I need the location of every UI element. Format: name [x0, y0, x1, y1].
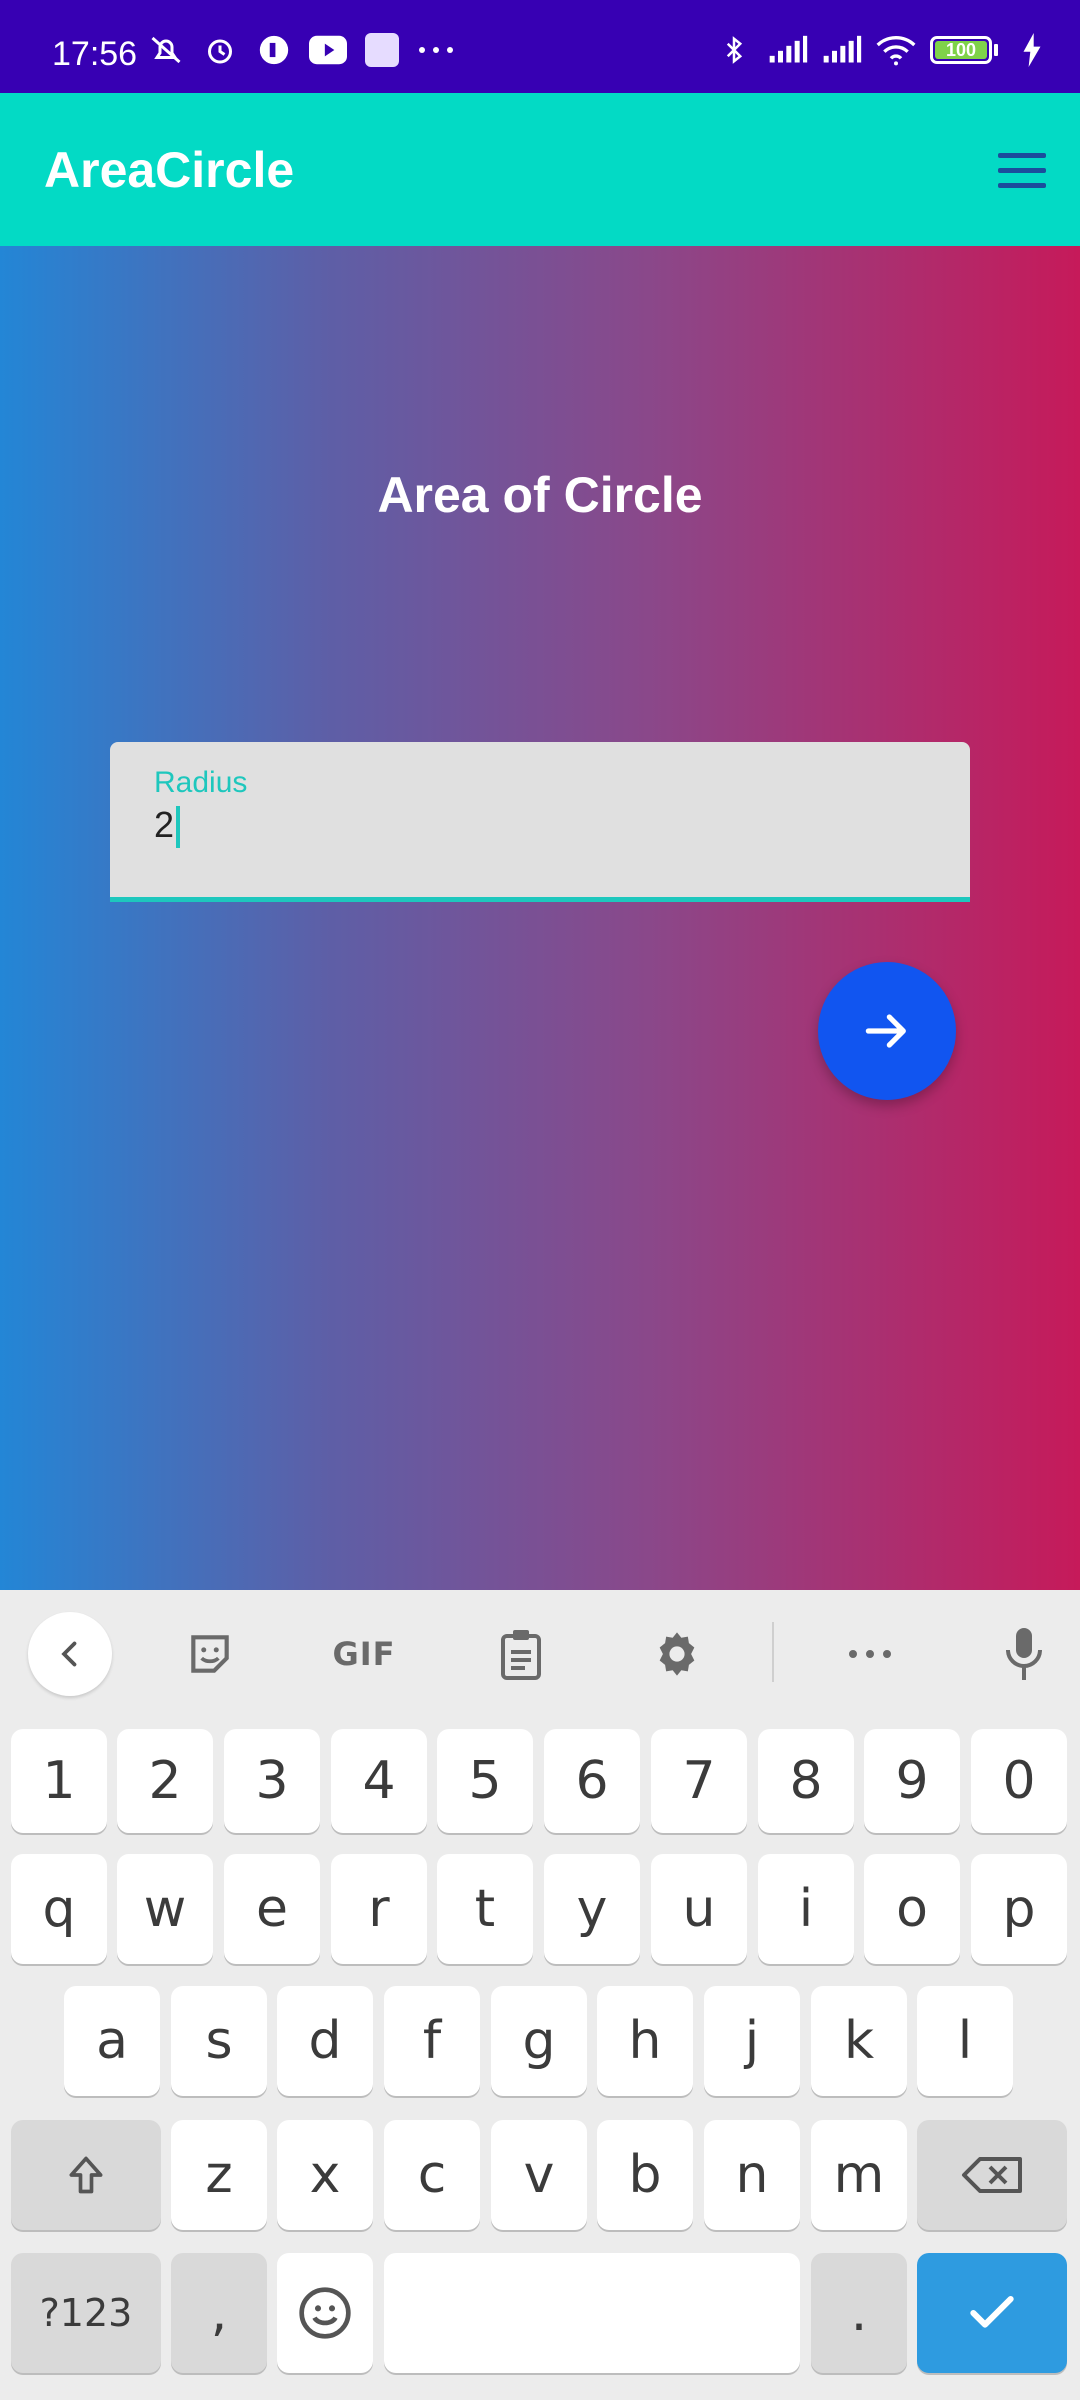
comma-key[interactable]: , — [171, 2253, 267, 2373]
key-e[interactable]: e — [224, 1854, 320, 1964]
key-m[interactable]: m — [811, 2120, 907, 2230]
app-icon — [254, 30, 294, 70]
status-left-icons — [146, 30, 456, 70]
calculate-button[interactable] — [818, 962, 956, 1100]
arrow-right-icon — [865, 1014, 906, 1048]
backspace-icon — [962, 2157, 1022, 2193]
key-g[interactable]: g — [491, 1986, 587, 2096]
key-9[interactable]: 9 — [864, 1729, 960, 1833]
app-bar: AreaCircle — [0, 93, 1080, 246]
spacebar-key[interactable] — [384, 2253, 800, 2373]
youtube-icon — [308, 30, 348, 70]
backspace-key[interactable] — [917, 2120, 1067, 2230]
settings-gear-icon[interactable] — [637, 1614, 717, 1694]
key-5[interactable]: 5 — [437, 1729, 533, 1833]
key-6[interactable]: 6 — [544, 1729, 640, 1833]
gif-icon[interactable]: GIF — [324, 1614, 404, 1694]
alarm-icon — [200, 30, 240, 70]
period-key[interactable]: . — [811, 2253, 907, 2373]
key-u[interactable]: u — [651, 1854, 747, 1964]
key-o[interactable]: o — [864, 1854, 960, 1964]
keyboard-toolbar: GIF — [0, 1590, 1080, 1720]
text-caret — [176, 806, 181, 849]
page-title: Area of Circle — [377, 467, 703, 523]
app-title: AreaCircle — [44, 142, 295, 198]
key-d[interactable]: d — [277, 1986, 373, 2096]
key-n[interactable]: n — [704, 2120, 800, 2230]
key-k[interactable]: k — [811, 1986, 907, 2096]
key-8[interactable]: 8 — [758, 1729, 854, 1833]
hamburger-menu-icon[interactable] — [994, 143, 1050, 199]
charging-icon — [1012, 30, 1052, 70]
shift-arrow-icon — [69, 2156, 103, 2194]
key-q[interactable]: q — [11, 1854, 107, 1964]
key-7[interactable]: 7 — [651, 1729, 747, 1833]
key-i[interactable]: i — [758, 1854, 854, 1964]
muted-bell-icon — [146, 30, 186, 70]
shift-key[interactable] — [11, 2120, 161, 2230]
key-2[interactable]: 2 — [117, 1729, 213, 1833]
clipboard-icon[interactable] — [481, 1614, 561, 1694]
checkmark-icon — [970, 2295, 1014, 2328]
enter-key[interactable] — [917, 2253, 1067, 2373]
battery-level: 100 — [945, 39, 977, 60]
square-icon — [362, 30, 402, 70]
main-content: Area of Circle Radius 2 — [0, 246, 1080, 1590]
bluetooth-icon — [714, 30, 754, 70]
battery-icon: 100 — [930, 36, 998, 64]
signal-icon — [768, 30, 808, 70]
radius-input-field[interactable]: Radius 2 — [110, 742, 970, 902]
key-r[interactable]: r — [331, 1854, 427, 1964]
symbols-key[interactable]: ?123 — [11, 2253, 161, 2373]
more-dots-icon — [416, 30, 456, 70]
key-h[interactable]: h — [597, 1986, 693, 2096]
soft-keyboard: GIF 1 2 3 4 5 6 7 8 9 0 q w e r t y u i … — [0, 1590, 1080, 2400]
status-bar: 17:56 100 — [0, 0, 1080, 93]
key-t[interactable]: t — [437, 1854, 533, 1964]
key-w[interactable]: w — [117, 1854, 213, 1964]
key-a[interactable]: a — [64, 1986, 160, 2096]
key-v[interactable]: v — [491, 2120, 587, 2230]
status-time: 17:56 — [52, 35, 138, 73]
toolbar-separator — [772, 1622, 774, 1682]
status-right-icons: 100 — [714, 30, 1052, 70]
signal-icon — [822, 30, 862, 70]
key-x[interactable]: x — [277, 2120, 373, 2230]
key-b[interactable]: b — [597, 2120, 693, 2230]
key-y[interactable]: y — [544, 1854, 640, 1964]
key-4[interactable]: 4 — [331, 1729, 427, 1833]
key-p[interactable]: p — [971, 1854, 1067, 1964]
back-chevron-icon[interactable] — [28, 1612, 112, 1696]
key-c[interactable]: c — [384, 2120, 480, 2230]
key-l[interactable]: l — [917, 1986, 1013, 2096]
wifi-icon — [876, 30, 916, 70]
emoji-icon — [299, 2287, 351, 2339]
more-dots-icon[interactable] — [830, 1614, 910, 1694]
key-j[interactable]: j — [704, 1986, 800, 2096]
key-3[interactable]: 3 — [224, 1729, 320, 1833]
radius-label: Radius — [154, 766, 248, 799]
microphone-icon[interactable] — [984, 1614, 1064, 1694]
key-f[interactable]: f — [384, 1986, 480, 2096]
key-1[interactable]: 1 — [11, 1729, 107, 1833]
radius-value: 2 — [154, 804, 175, 845]
key-z[interactable]: z — [171, 2120, 267, 2230]
emoji-key[interactable] — [277, 2253, 373, 2373]
sticker-icon[interactable] — [170, 1614, 250, 1694]
key-0[interactable]: 0 — [971, 1729, 1067, 1833]
key-s[interactable]: s — [171, 1986, 267, 2096]
